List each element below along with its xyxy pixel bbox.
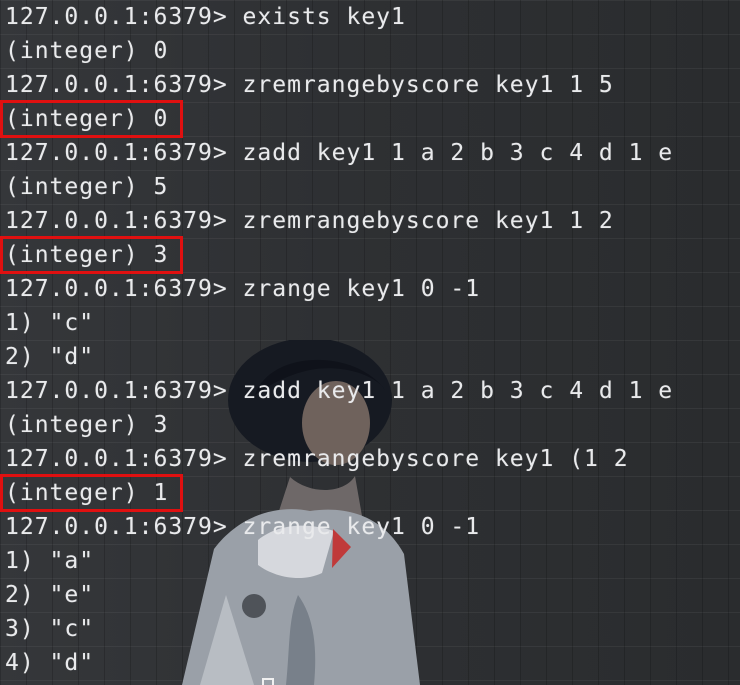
line-text: 127.0.0.1:6379> exists key1 bbox=[5, 4, 406, 30]
line-text: (integer) 0 bbox=[5, 38, 169, 64]
terminal-line: 2) "d" bbox=[5, 340, 740, 374]
highlighted-result: (integer) 0 bbox=[0, 100, 184, 138]
highlighted-result: (integer) 3 bbox=[0, 236, 184, 274]
line-text: 1) "a" bbox=[5, 548, 95, 574]
line-text: 1) "c" bbox=[5, 310, 95, 336]
line-text: 4) "d" bbox=[5, 650, 95, 676]
line-text: 127.0.0.1:6379> zadd key1 1 a 2 b 3 c 4 … bbox=[5, 140, 674, 166]
line-text: 127.0.0.1:6379> zrange key1 0 -1 bbox=[5, 514, 481, 540]
terminal-line: 127.0.0.1:6379> zrange key1 0 -1 bbox=[5, 510, 740, 544]
terminal-line: 1) "a" bbox=[5, 544, 740, 578]
line-text: 127.0.0.1:6379> zrange key1 0 -1 bbox=[5, 276, 481, 302]
line-text: 127.0.0.1:6379> zremrangebyscore key1 1 … bbox=[5, 208, 614, 234]
terminal-line: (integer) 0 bbox=[0, 100, 740, 138]
terminal-output[interactable]: 127.0.0.1:6379> exists key1 (integer) 0 … bbox=[0, 0, 740, 685]
terminal-line: (integer) 3 bbox=[5, 408, 740, 442]
terminal-line: (integer) 0 bbox=[5, 34, 740, 68]
highlighted-result: (integer) 1 bbox=[0, 474, 184, 512]
line-text: 127.0.0.1:6379> zremrangebyscore key1 1 … bbox=[5, 72, 614, 98]
terminal-line: 3) "c" bbox=[5, 612, 740, 646]
terminal-line: (integer) 1 bbox=[0, 474, 740, 512]
terminal-cursor bbox=[262, 678, 274, 685]
line-text: (integer) 3 bbox=[5, 412, 169, 438]
line-text: 127.0.0.1:6379> zremrangebyscore key1 (1… bbox=[5, 446, 629, 472]
terminal-line: 2) "e" bbox=[5, 578, 740, 612]
terminal-window[interactable]: 127.0.0.1:6379> exists key1 (integer) 0 … bbox=[0, 0, 740, 685]
terminal-line: 127.0.0.1:6379> zrange key1 0 -1 bbox=[5, 272, 740, 306]
terminal-line: 127.0.0.1:6379> zadd key1 1 a 2 b 3 c 4 … bbox=[5, 374, 740, 408]
line-text: 127.0.0.1:6379> zadd key1 1 a 2 b 3 c 4 … bbox=[5, 378, 674, 404]
line-text: 3) "c" bbox=[5, 616, 95, 642]
terminal-line: (integer) 5 bbox=[5, 170, 740, 204]
line-text: 2) "d" bbox=[5, 344, 95, 370]
terminal-line: 127.0.0.1:6379> zremrangebyscore key1 1 … bbox=[5, 204, 740, 238]
terminal-line: 127.0.0.1:6379> zadd key1 1 a 2 b 3 c 4 … bbox=[5, 136, 740, 170]
line-text: (integer) 5 bbox=[5, 174, 169, 200]
terminal-line: 127.0.0.1:6379> zremrangebyscore key1 (1… bbox=[5, 442, 740, 476]
terminal-line: 127.0.0.1:6379> exists key1 bbox=[5, 0, 740, 34]
terminal-line: (integer) 3 bbox=[0, 236, 740, 274]
terminal-line: 1) "c" bbox=[5, 306, 740, 340]
terminal-line: 4) "d" bbox=[5, 646, 740, 680]
terminal-line: 127.0.0.1:6379> zremrangebyscore key1 1 … bbox=[5, 68, 740, 102]
line-text: 2) "e" bbox=[5, 582, 95, 608]
